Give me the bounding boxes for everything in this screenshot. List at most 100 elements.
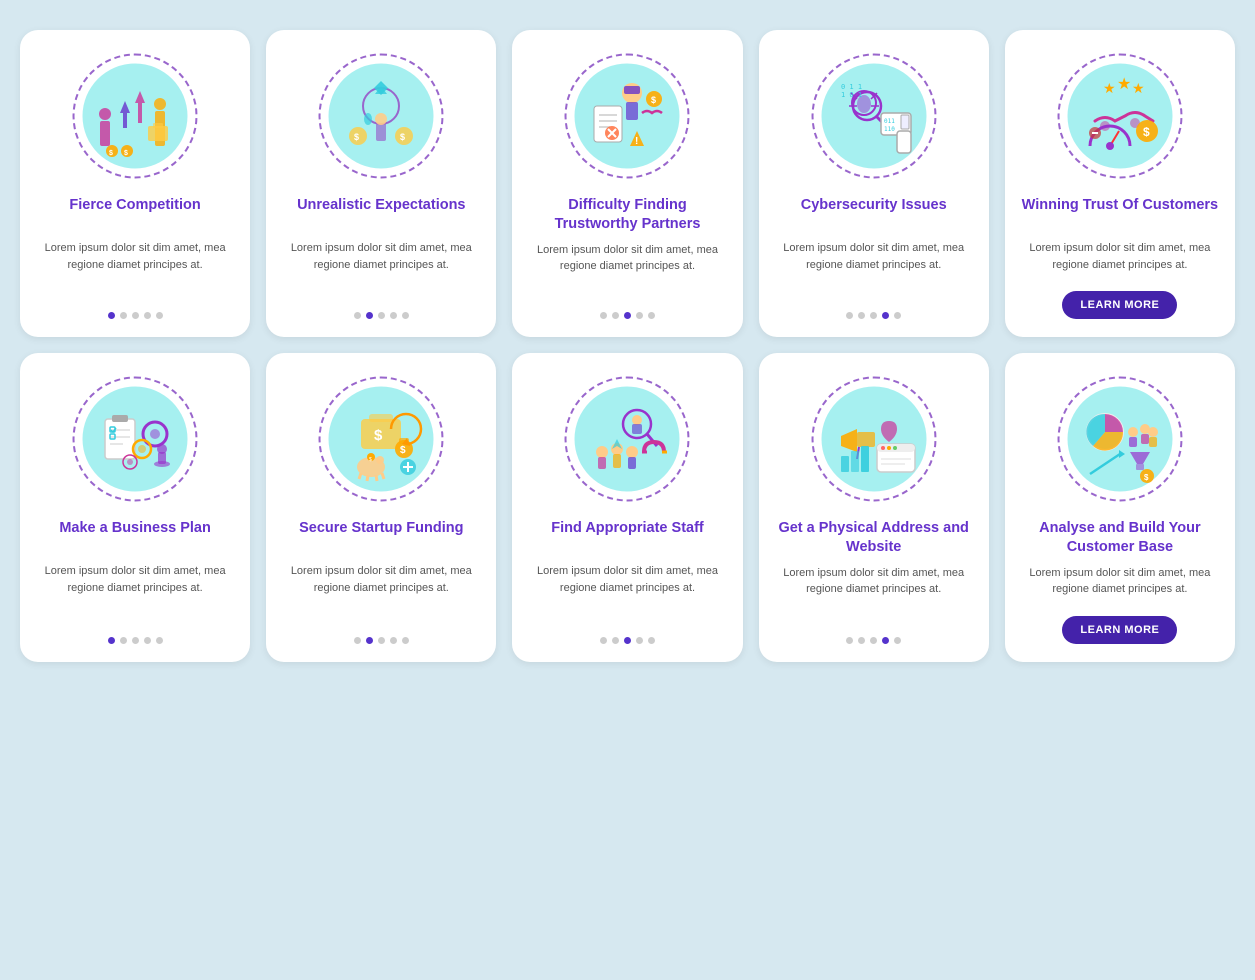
dot-1 — [120, 637, 127, 644]
card-winning-trust: ★ ★ ★ $ Winning Trust Of Customers Lore — [1005, 30, 1235, 337]
card-title-winning-trust: Winning Trust Of Customers — [1022, 196, 1218, 232]
dot-3 — [636, 637, 643, 644]
dot-3 — [882, 637, 889, 644]
winning-trust-icon: ★ ★ ★ $ — [1075, 71, 1165, 161]
learn-more-button-1[interactable]: LEARN MORE — [1062, 291, 1177, 319]
icon-area-cybersecurity: 011 110 0 1 1 1 0 1 — [804, 46, 944, 186]
analyse-build-icon: $ — [1075, 394, 1165, 484]
find-staff-icon — [582, 394, 672, 484]
dot-4 — [402, 637, 409, 644]
dot-4 — [894, 312, 901, 319]
difficulty-finding-icon: ! $ — [582, 71, 672, 161]
dot-4 — [894, 637, 901, 644]
dot-3 — [636, 312, 643, 319]
svg-text:!: ! — [635, 136, 638, 147]
dot-0 — [108, 637, 115, 644]
icon-area-find-staff — [557, 369, 697, 509]
card-dots-unrealistic — [354, 306, 409, 319]
dot-1 — [366, 637, 373, 644]
dot-0 — [108, 312, 115, 319]
svg-text:$: $ — [374, 427, 383, 444]
dot-0 — [600, 312, 607, 319]
card-body-unrealistic: Lorem ipsum dolor sit dim amet, mea regi… — [280, 240, 482, 296]
card-body-analyse-build: Lorem ipsum dolor sit dim amet, mea regi… — [1019, 565, 1221, 598]
dot-1 — [858, 637, 865, 644]
card-body-cybersecurity: Lorem ipsum dolor sit dim amet, mea regi… — [773, 240, 975, 296]
dot-4 — [156, 312, 163, 319]
dot-1 — [612, 312, 619, 319]
card-body-winning-trust: Lorem ipsum dolor sit dim amet, mea regi… — [1019, 240, 1221, 273]
dot-0 — [846, 312, 853, 319]
card-title-physical-address: Get a Physical Address and Website — [773, 519, 975, 557]
dot-0 — [846, 637, 853, 644]
card-body-fierce-competition: Lorem ipsum dolor sit dim amet, mea regi… — [34, 240, 236, 296]
card-dots-difficulty — [600, 306, 655, 319]
svg-text:$: $ — [1143, 125, 1150, 139]
card-title-find-staff: Find Appropriate Staff — [551, 519, 704, 555]
dot-0 — [354, 637, 361, 644]
dot-1 — [858, 312, 865, 319]
dot-2 — [132, 312, 139, 319]
dot-2 — [870, 312, 877, 319]
dot-3 — [882, 312, 889, 319]
dot-2 — [624, 637, 631, 644]
svg-text:$: $ — [354, 132, 359, 142]
svg-text:★: ★ — [1103, 80, 1116, 96]
card-title-startup-funding: Secure Startup Funding — [299, 519, 463, 555]
card-unrealistic-expectations: $ $ Unrealistic Expectations Lorem ipsum… — [266, 30, 496, 337]
icon-area-winning-trust: ★ ★ ★ $ — [1050, 46, 1190, 186]
card-grid: $ $ Fierce Competition Lorem ipsum dolor… — [20, 30, 1235, 662]
dot-4 — [648, 312, 655, 319]
dot-4 — [156, 637, 163, 644]
dot-1 — [120, 312, 127, 319]
card-fierce-competition: $ $ Fierce Competition Lorem ipsum dolor… — [20, 30, 250, 337]
icon-area-unrealistic: $ $ — [311, 46, 451, 186]
svg-text:★: ★ — [1132, 80, 1145, 96]
icon-area-physical-address — [804, 369, 944, 509]
svg-text:$: $ — [124, 150, 128, 157]
dot-3 — [390, 312, 397, 319]
svg-text:★: ★ — [1117, 76, 1131, 93]
card-title-analyse-build: Analyse and Build Your Customer Base — [1019, 519, 1221, 557]
svg-text:$: $ — [400, 445, 406, 456]
card-title-fierce-competition: Fierce Competition — [69, 196, 200, 232]
card-body-business-plan: Lorem ipsum dolor sit dim amet, mea regi… — [34, 563, 236, 621]
card-body-difficulty: Lorem ipsum dolor sit dim amet, mea regi… — [526, 242, 728, 296]
card-body-physical-address: Lorem ipsum dolor sit dim amet, mea regi… — [773, 565, 975, 621]
svg-text:$: $ — [1144, 473, 1149, 482]
dot-1 — [612, 637, 619, 644]
svg-text:$: $ — [109, 150, 113, 157]
dot-4 — [648, 637, 655, 644]
fierce-competition-icon: $ $ — [90, 71, 180, 161]
card-business-plan: Make a Business Plan Lorem ipsum dolor s… — [20, 353, 250, 662]
card-dots-physical-address — [846, 631, 901, 644]
icon-area-analyse-build: $ — [1050, 369, 1190, 509]
card-title-business-plan: Make a Business Plan — [59, 519, 211, 555]
svg-text:0 1 1: 0 1 1 — [841, 83, 862, 91]
card-dots-fierce-competition — [108, 306, 163, 319]
dot-2 — [624, 312, 631, 319]
dot-2 — [132, 637, 139, 644]
card-title-cybersecurity: Cybersecurity Issues — [801, 196, 947, 232]
card-dots-find-staff — [600, 631, 655, 644]
card-startup-funding: $ $ $ — [266, 353, 496, 662]
card-title-difficulty: Difficulty Finding Trustworthy Partners — [526, 196, 728, 234]
dot-0 — [600, 637, 607, 644]
cybersecurity-icon: 011 110 0 1 1 1 0 1 — [829, 71, 919, 161]
card-cybersecurity: 011 110 0 1 1 1 0 1 Cybersecurity Issues… — [759, 30, 989, 337]
card-dots-cybersecurity — [846, 306, 901, 319]
card-dots-startup-funding — [354, 631, 409, 644]
card-title-unrealistic: Unrealistic Expectations — [297, 196, 465, 232]
learn-more-button-2[interactable]: LEARN MORE — [1062, 616, 1177, 644]
icon-area-fierce-competition: $ $ — [65, 46, 205, 186]
icon-area-startup-funding: $ $ $ — [311, 369, 451, 509]
dot-3 — [144, 312, 151, 319]
card-difficulty-finding: ! $ Difficulty Finding Trustworthy Partn… — [512, 30, 742, 337]
dot-3 — [144, 637, 151, 644]
physical-address-icon — [829, 394, 919, 484]
unrealistic-expectations-icon: $ $ — [336, 71, 426, 161]
dot-2 — [870, 637, 877, 644]
card-find-staff: Find Appropriate Staff Lorem ipsum dolor… — [512, 353, 742, 662]
dot-2 — [378, 637, 385, 644]
svg-text:011: 011 — [884, 118, 895, 125]
